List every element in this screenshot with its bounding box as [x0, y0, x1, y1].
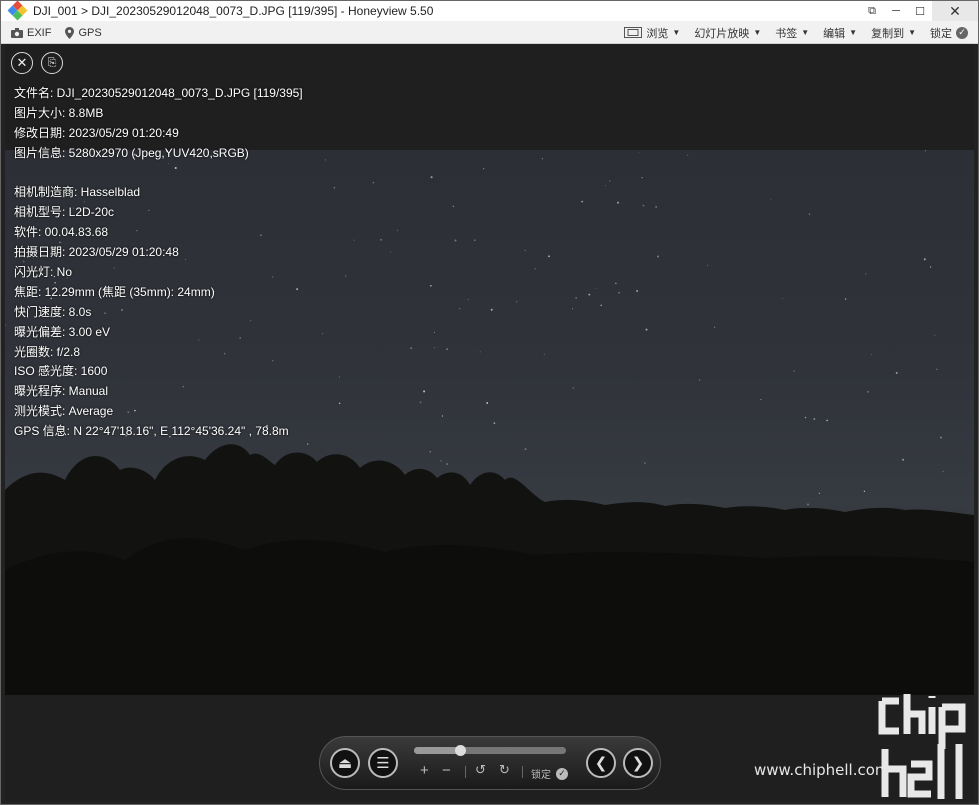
position-slider-handle[interactable]: [454, 745, 466, 756]
check-icon: ✓: [556, 767, 568, 780]
pin-button[interactable]: ⧉: [860, 1, 884, 21]
toolbar: EXIF GPS 浏览 ▼ 幻灯片放映 ▼ 书签 ▼ 编辑 ▼ 复制到 ▼ 锁定…: [1, 21, 978, 44]
title-bar: DJI_001 > DJI_20230529012048_0073_D.JPG …: [1, 0, 978, 21]
copy-info-icon: ⎘: [47, 56, 57, 69]
chevron-down-icon: ▼: [908, 28, 916, 37]
chiphell-logo: [878, 694, 966, 799]
exif-line: 文件名: DJI_20230529012048_0073_D.JPG [119/…: [14, 86, 303, 100]
honeyview-window: DJI_001 > DJI_20230529012048_0073_D.JPG …: [0, 0, 979, 805]
menu-button[interactable]: ☰: [368, 748, 398, 778]
minimize-button[interactable]: ─: [884, 1, 908, 21]
divider: [465, 766, 466, 778]
bookmark-menu[interactable]: 书签 ▼: [775, 25, 809, 41]
lock-toggle-bar[interactable]: 锁定 ✓: [531, 766, 568, 781]
copy-to-label: 复制到: [871, 27, 905, 40]
watermark-url: www.chiphell.com: [754, 761, 890, 779]
previous-image-button[interactable]: ❮: [586, 748, 616, 778]
rotate-left-button[interactable]: ↺: [475, 762, 486, 778]
check-icon: ✓: [956, 26, 968, 39]
edit-menu[interactable]: 编辑 ▼: [823, 25, 857, 41]
exif-line: 快门速度: 8.0s: [14, 304, 92, 319]
close-window-button[interactable]: ✕: [932, 1, 978, 21]
close-info-button[interactable]: ✕: [11, 52, 33, 74]
control-bar: ⏏ ☰ + − ↺ ↻ 锁定 ✓ ❮ ❯: [319, 736, 661, 790]
exif-line: 闪光灯: No: [14, 265, 73, 280]
eject-button[interactable]: ⏏: [330, 748, 360, 778]
exif-line: 光圈数: f/2.8: [14, 344, 81, 359]
next-image-button[interactable]: ❯: [623, 748, 653, 778]
position-slider-fill: [414, 747, 460, 754]
chevron-down-icon: ▼: [801, 28, 810, 37]
exif-line: 拍摄日期: 2023/05/29 01:20:48: [14, 245, 179, 260]
exif-line: 曝光偏差: 3.00 eV: [14, 324, 111, 339]
exif-line: 焦距: 12.29mm (焦距 (35mm): 24mm): [14, 284, 215, 299]
chevron-down-icon: ▼: [672, 28, 681, 37]
film-icon: [624, 27, 643, 38]
chevron-down-icon: ▼: [753, 28, 762, 37]
exif-line: 图片大小: 8.8MB: [14, 105, 104, 120]
exif-label: EXIF: [27, 26, 52, 39]
exif-line: GPS 信息: N 22°47'18.16", E 112°45'36.24" …: [14, 424, 289, 439]
gps-label: GPS: [78, 26, 102, 39]
image-viewer[interactable]: ✕ ⎘ 文件名: DJI_20230529012048_0073_D.JPG […: [5, 44, 974, 801]
window-controls: ⧉ ─ ☐ ✕: [860, 1, 978, 21]
maximize-button[interactable]: ☐: [908, 1, 932, 21]
copy-to-menu[interactable]: 复制到 ▼: [871, 25, 916, 41]
edit-label: 编辑: [823, 27, 846, 40]
menu-icon: ☰: [376, 755, 390, 772]
rotate-right-button[interactable]: ↻: [499, 762, 510, 778]
browse-menu[interactable]: 浏览 ▼: [624, 25, 680, 41]
exif-line: 测光模式: Average: [14, 404, 114, 419]
eject-icon: ⏏: [337, 755, 353, 772]
exif-line: 图片信息: 5280x2970 (Jpeg,YUV420,sRGB): [14, 145, 249, 160]
gps-toggle[interactable]: GPS: [65, 26, 102, 39]
honeyview-logo-icon: [7, 0, 28, 21]
chevron-right-icon: ❯: [631, 755, 645, 772]
location-pin-icon: [65, 26, 75, 39]
slideshow-label: 幻灯片放映: [694, 27, 750, 40]
position-slider[interactable]: [414, 745, 566, 756]
lock-label: 锁定: [930, 27, 952, 40]
exif-line: 软件: 00.04.83.68: [14, 225, 109, 240]
exif-toggle[interactable]: EXIF: [11, 27, 51, 39]
zoom-out-button[interactable]: −: [442, 762, 451, 779]
exif-info-panel: 文件名: DJI_20230529012048_0073_D.JPG [119/…: [14, 84, 303, 442]
slideshow-menu[interactable]: 幻灯片放映 ▼: [694, 25, 761, 41]
exif-line: 曝光程序: Manual: [14, 384, 109, 399]
copy-info-button[interactable]: ⎘: [41, 52, 63, 74]
window-title: DJI_001 > DJI_20230529012048_0073_D.JPG …: [33, 4, 434, 18]
close-icon: ✕: [16, 55, 28, 70]
browse-label: 浏览: [646, 27, 669, 40]
camera-icon: [11, 27, 23, 38]
exif-line: 修改日期: 2023/05/29 01:20:49: [14, 125, 179, 140]
lock-toggle[interactable]: 锁定 ✓: [930, 25, 968, 41]
bookmark-label: 书签: [775, 27, 798, 40]
exif-line: 相机型号: L2D-20c: [14, 205, 115, 220]
chevron-left-icon: ❮: [594, 755, 608, 772]
divider: [522, 766, 523, 778]
exif-line: 相机制造商: Hasselblad: [14, 185, 141, 200]
lock-label: 锁定: [531, 770, 551, 781]
zoom-in-button[interactable]: +: [420, 762, 429, 779]
exif-line: ISO 感光度: 1600: [14, 364, 108, 379]
chevron-down-icon: ▼: [849, 28, 858, 37]
